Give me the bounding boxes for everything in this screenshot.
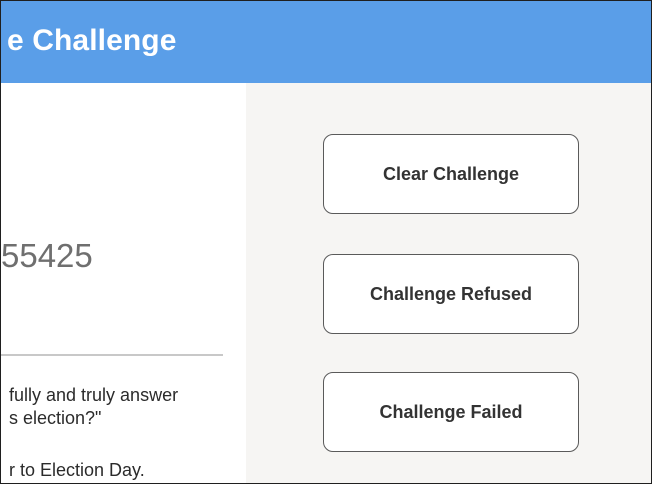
page-title: e Challenge xyxy=(7,24,177,57)
app-frame: e Challenge 55425 fully and truly answer… xyxy=(0,0,652,484)
section-divider xyxy=(1,354,223,356)
challenge-refused-button[interactable]: Challenge Refused xyxy=(323,254,579,334)
election-note: r to Election Day. xyxy=(9,460,145,480)
clear-challenge-button[interactable]: Clear Challenge xyxy=(323,134,579,214)
challenge-id-value: 55425 xyxy=(1,237,93,274)
header-bar: e Challenge xyxy=(1,1,651,83)
oath-line-2: s election?" xyxy=(9,408,102,428)
challenge-failed-button[interactable]: Challenge Failed xyxy=(323,372,579,452)
oath-line-1: fully and truly answer xyxy=(9,385,179,405)
oath-text: fully and truly answer s election?" xyxy=(9,384,178,430)
